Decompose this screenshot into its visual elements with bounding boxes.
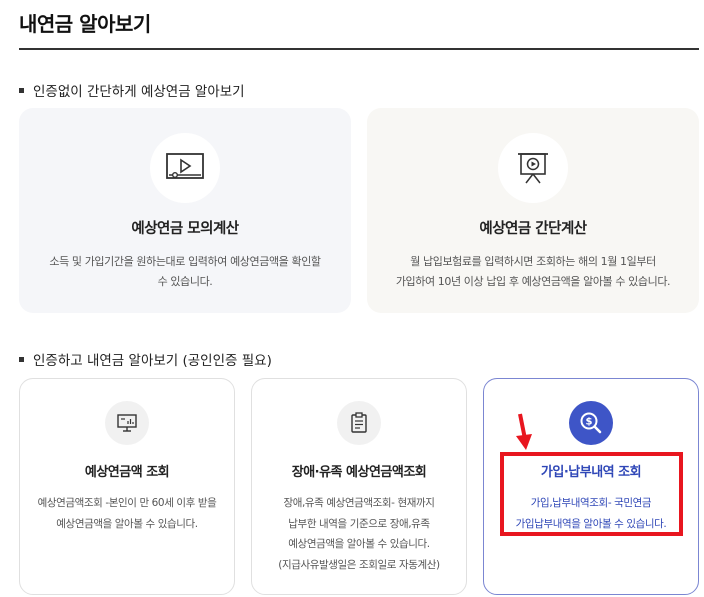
disability-survivor-title: 장애·유족 예상연금액조회	[291, 465, 427, 480]
highlight-box	[500, 452, 683, 536]
section-auth-heading-text: 인증하고 내연금 알아보기 (공인인증 필요)	[33, 353, 272, 369]
expected-pension-desc: 예상연금액조회 -본인이 만 60세 이후 받을 예상연금액을 알아볼 수 있습…	[37, 497, 217, 530]
mock-calc-desc: 소득 및 가입기간을 원하는대로 입력하여 예상연금액을 확인할 수 있습니다.	[49, 255, 321, 288]
section-no-auth-heading: 인증없이 간단하게 예상연금 알아보기	[19, 80, 245, 100]
dollar-search-icon: $	[569, 401, 613, 445]
monitor-chart-icon	[105, 401, 149, 445]
disability-survivor-card[interactable]: 장애·유족 예상연금액조회 장애,유족 예상연금액조회- 현재까지 납부한 내역…	[251, 378, 467, 595]
red-arrow-icon	[516, 413, 532, 450]
presentation-board-icon	[498, 133, 568, 203]
section-no-auth-heading-text: 인증없이 간단하게 예상연금 알아보기	[33, 84, 245, 100]
svg-text:$: $	[586, 417, 593, 428]
page-title: 내연금 알아보기	[19, 12, 151, 36]
section-auth-heading: 인증하고 내연금 알아보기 (공인인증 필요)	[19, 349, 272, 369]
simple-calc-title: 예상연금 간단계산	[479, 221, 587, 237]
title-divider	[19, 48, 699, 50]
expected-pension-title: 예상연금액 조회	[84, 465, 170, 480]
clipboard-icon	[337, 401, 381, 445]
square-bullet-icon	[19, 88, 24, 93]
simple-calc-desc: 월 납입보험료를 입력하시면 조회하는 해의 1월 1일부터 가입하여 10년 …	[395, 255, 671, 288]
disability-survivor-desc: 장애,유족 예상연금액조회- 현재까지 납부한 내역을 기준으로 장애,유족 예…	[278, 497, 440, 571]
expected-pension-card[interactable]: 예상연금액 조회 예상연금액조회 -본인이 만 60세 이후 받을 예상연금액을…	[19, 378, 235, 595]
mock-calc-title: 예상연금 모의계산	[131, 221, 239, 237]
mock-calc-card[interactable]: 예상연금 모의계산 소득 및 가입기간을 원하는대로 입력하여 예상연금액을 확…	[19, 108, 351, 313]
video-play-icon	[150, 133, 220, 203]
square-bullet-icon	[19, 357, 24, 362]
simple-calc-card[interactable]: 예상연금 간단계산 월 납입보험료를 입력하시면 조회하는 해의 1월 1일부터…	[367, 108, 699, 313]
